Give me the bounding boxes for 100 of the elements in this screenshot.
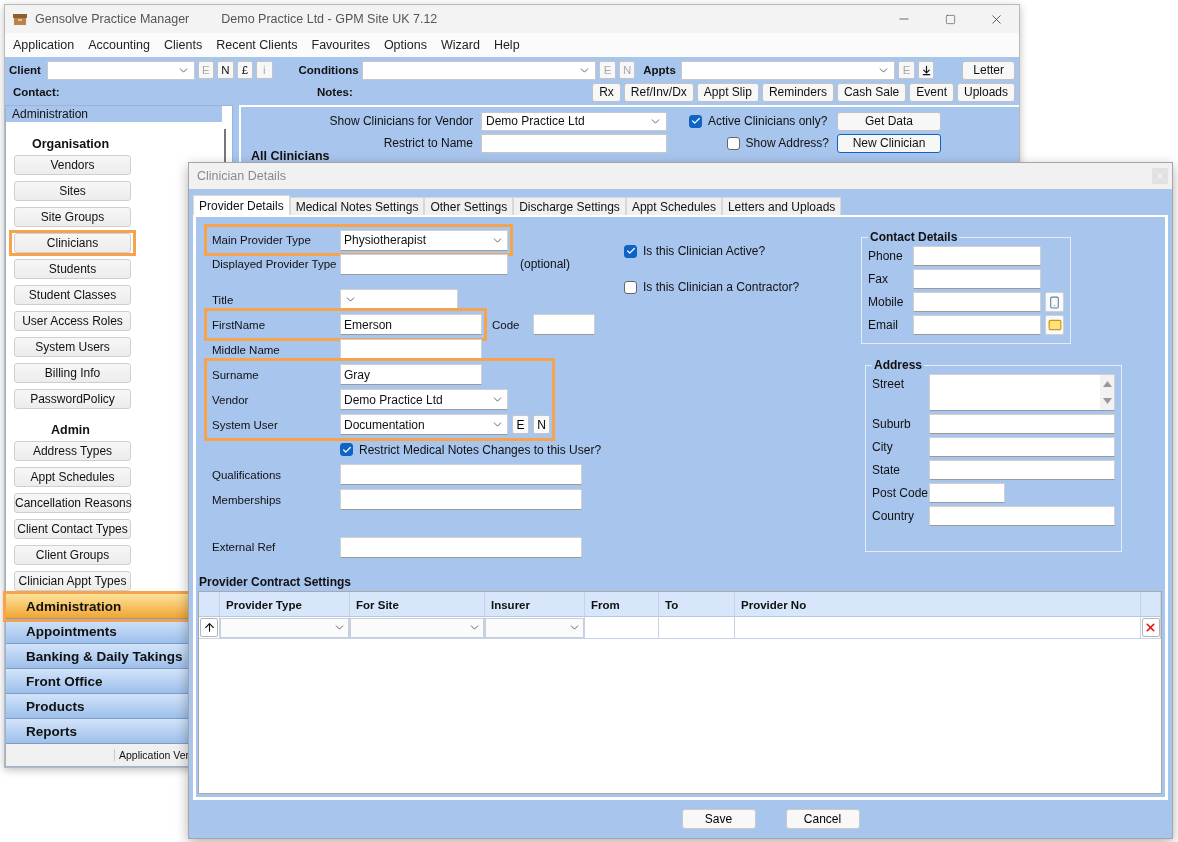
menu-item[interactable]: Wizard [441,38,480,52]
sidebar-button[interactable]: Sites [14,181,131,201]
text-field[interactable]: Gray [340,364,482,385]
menu-item[interactable]: Recent Clients [216,38,298,52]
appts-dropdown[interactable] [681,60,896,80]
text-field[interactable] [929,506,1115,526]
checkbox[interactable] [624,280,637,294]
sidebar-button[interactable]: Clinicians [14,233,131,253]
checkbox[interactable] [624,244,637,258]
checkbox-label: Active Clinicians only? [708,114,828,128]
menu-item[interactable]: Options [383,38,427,52]
sidebar-button[interactable]: Vendors [14,155,131,175]
sidebar-button[interactable]: Address Types [14,441,131,461]
dropdown-field[interactable]: Physiotherapist [340,229,508,251]
dropdown-field[interactable] [340,289,458,310]
tab[interactable]: Discharge Settings [513,197,626,215]
sidebar-button[interactable]: Appt Schedules [14,467,131,487]
action-button[interactable]: Rx [592,82,621,102]
sidebar-button[interactable]: Students [14,259,131,279]
text-field[interactable] [340,536,582,558]
text-field[interactable] [533,314,595,335]
dropdown-cell[interactable] [350,617,484,638]
text-field[interactable] [913,292,1041,312]
menu-item[interactable]: Help [493,38,520,52]
dropdown-cell[interactable] [485,617,584,638]
small-button[interactable]: E [512,415,529,434]
delete-button[interactable] [1141,618,1160,637]
conditions-dropdown[interactable] [361,60,597,80]
dropdown-field[interactable]: Documentation [340,414,508,435]
menu-item[interactable]: Application [13,38,75,52]
client-dropdown[interactable] [46,60,195,80]
group-title: Contact Details [869,230,959,244]
small-button[interactable]: N [217,61,234,79]
tab[interactable]: Provider Details [193,195,290,215]
text-field[interactable]: Emerson [340,314,482,335]
action-button[interactable]: Appt Slip [696,82,759,102]
menu-item[interactable]: Favourites [311,38,370,52]
sidebar-button[interactable]: Client Contact Types [14,519,131,539]
menu-item[interactable]: Accounting [88,38,150,52]
get-data-button[interactable]: Get Data [837,111,941,131]
checkbox-label: Is this Clinician a Contractor? [643,280,800,294]
sidebar-button[interactable]: Clinician Appt Types [14,571,131,591]
field-label: Fax [868,271,889,286]
move-up-button[interactable] [200,618,218,637]
text-field[interactable] [913,315,1041,335]
scroll-arrows[interactable] [1100,375,1114,410]
small-button[interactable]: N [533,415,550,434]
field-label: State [872,462,902,477]
up-arrow-icon [202,621,216,634]
small-button[interactable]: £ [236,61,254,79]
email-button[interactable] [1045,315,1064,335]
sidebar-button[interactable]: Client Groups [14,545,131,565]
sidebar-button[interactable]: PasswordPolicy [14,389,131,409]
action-button[interactable]: Uploads [956,82,1015,102]
dialog-button[interactable]: Cancel [785,809,860,829]
dialog-button[interactable]: Save [681,809,756,829]
sidebar-button[interactable]: Cancellation Reasons [14,493,131,513]
tab[interactable]: Appt Schedules [625,197,722,215]
sidebar-button[interactable]: Billing Info [14,363,131,383]
download-button[interactable] [917,61,935,79]
text-field[interactable] [913,269,1041,289]
letter-button[interactable]: Letter [962,60,1015,80]
action-button[interactable]: Cash Sale [836,82,907,102]
contact-label: Contact: [12,86,61,98]
dropdown-field[interactable]: Demo Practice Ltd [340,389,508,410]
text-field[interactable] [913,246,1041,266]
action-button[interactable]: Ref/Inv/Dx [623,82,694,102]
text-field[interactable] [340,464,582,485]
field-label: Main Provider Type [211,234,312,246]
name-field[interactable] [481,133,667,153]
new-clinician-button[interactable]: New Clinician [837,133,941,153]
sidebar-button[interactable]: User Access Roles [14,311,131,331]
text-field[interactable] [929,437,1115,457]
list-title: All Clinicians [251,148,330,163]
tab[interactable]: Letters and Uploads [721,197,842,215]
column-header: Insurer [485,592,585,617]
text-field[interactable] [340,489,582,510]
sidebar-button[interactable]: Site Groups [14,207,131,227]
section-title: Admin [50,423,91,437]
text-field[interactable] [929,414,1115,434]
menu-item[interactable]: Clients [164,38,203,52]
action-button[interactable]: Event [909,82,954,102]
column-header: For Site [350,592,485,617]
sidebar-button[interactable]: Student Classes [14,285,131,305]
checkbox[interactable] [340,443,353,456]
vendor-dropdown[interactable]: Demo Practice Ltd [481,111,667,131]
text-area[interactable] [929,374,1115,411]
action-button[interactable]: Reminders [761,82,834,102]
dropdown-cell[interactable] [220,617,349,638]
checkbox[interactable] [689,114,702,128]
text-field[interactable] [929,460,1115,480]
text-field[interactable] [340,339,482,360]
text-field[interactable] [340,253,508,275]
phone-button[interactable] [1045,292,1064,312]
field-label: Memberships [211,493,283,506]
checkbox[interactable] [726,136,740,150]
text-field[interactable] [929,483,1005,503]
sidebar-button[interactable]: System Users [14,337,131,357]
tab[interactable]: Medical Notes Settings [289,197,425,215]
tab[interactable]: Other Settings [424,197,514,215]
